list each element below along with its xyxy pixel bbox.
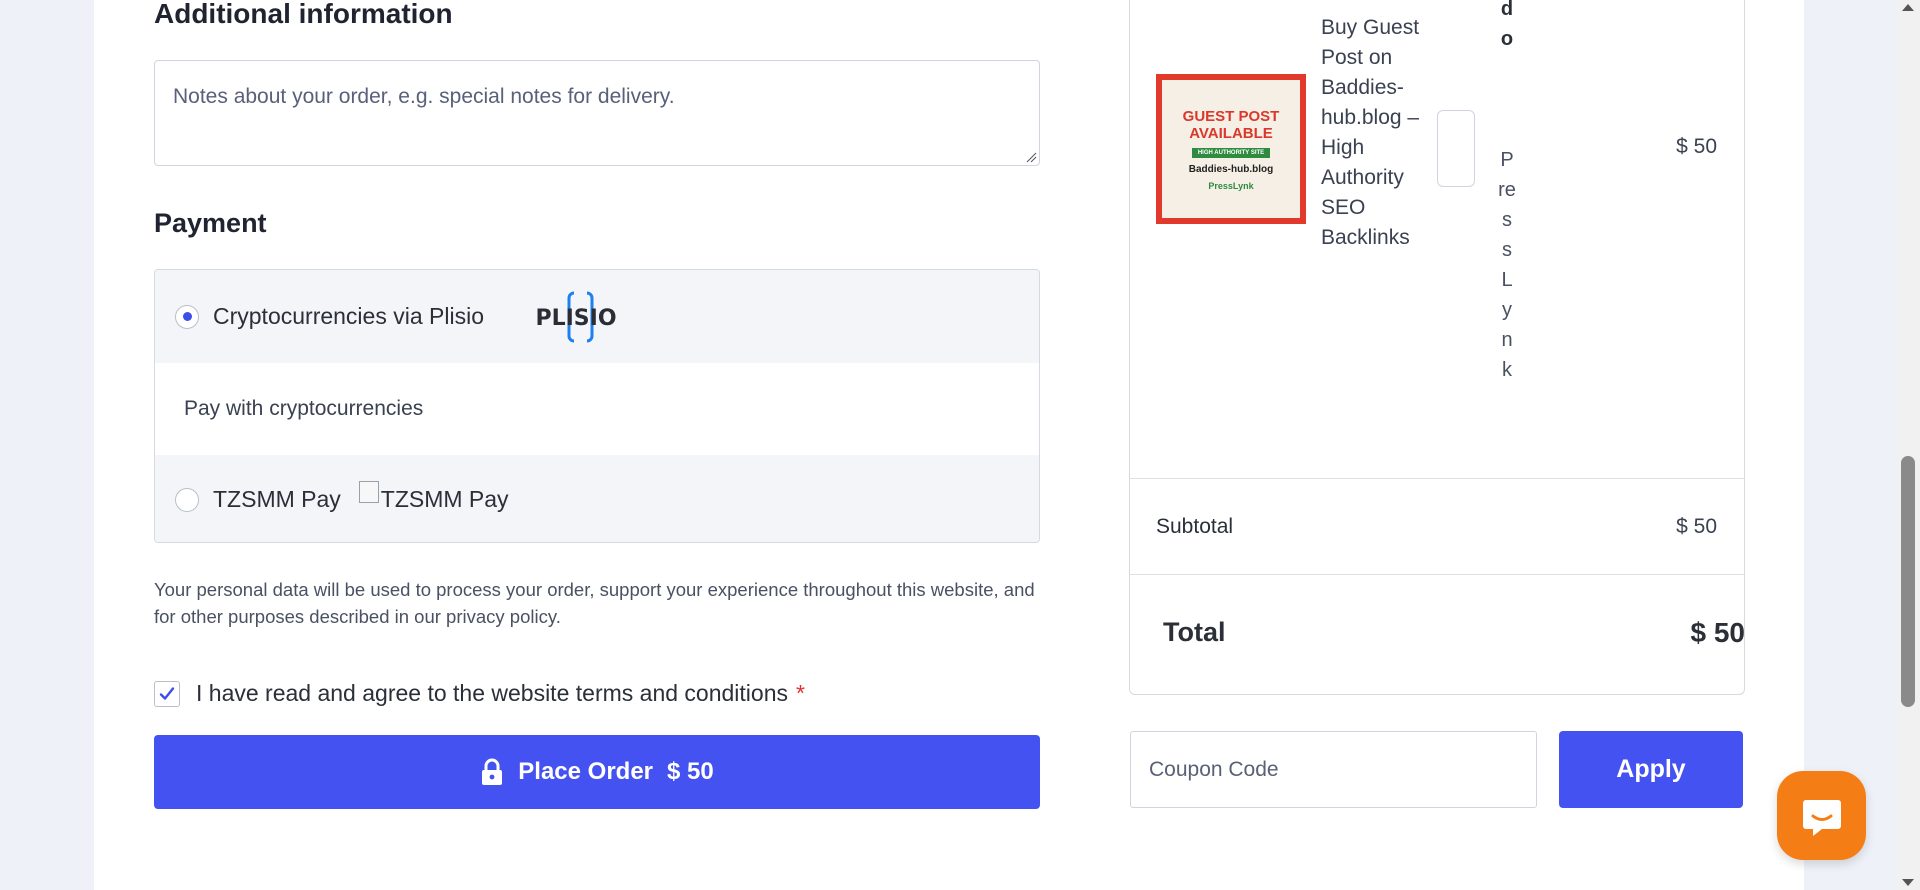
product-name[interactable]: Buy Guest Post on Baddies-hub.blog – Hig… <box>1321 13 1431 253</box>
plisio-description-row: Pay with cryptocurrencies <box>155 363 1039 456</box>
plisio-description: Pay with cryptocurrencies <box>184 397 424 420</box>
payment-methods: Cryptocurrencies via Plisio PLISIO Pay w… <box>154 269 1040 543</box>
plisio-logo: PLISIO <box>534 289 618 344</box>
plisio-label[interactable]: Cryptocurrencies via Plisio <box>213 303 484 330</box>
additional-info-heading: Additional information <box>154 0 453 29</box>
quantity-field[interactable] <box>1437 110 1475 187</box>
order-notes-field[interactable] <box>154 60 1040 166</box>
order-notes-input[interactable] <box>155 61 1039 165</box>
required-asterisk: * <box>795 680 805 706</box>
tzsmm-label[interactable]: TZSMM Pay <box>213 486 341 513</box>
checkmark-icon <box>159 686 175 700</box>
chat-widget-button[interactable] <box>1777 771 1866 860</box>
page-scrollbar[interactable] <box>1897 0 1920 890</box>
vendor-label: dor: <box>1497 0 1517 54</box>
terms-label[interactable]: I have read and agree to the website ter… <box>196 680 788 707</box>
tzsmm-logo-broken-image: TZSMM Pay <box>358 480 509 513</box>
thumb-site: Baddies-hub.blog <box>1188 163 1274 175</box>
subtotal-label: Subtotal <box>1156 515 1234 538</box>
vendor-name[interactable]: PressLynk <box>1498 145 1516 385</box>
broken-image-icon <box>358 480 379 503</box>
thumb-line2: AVAILABLE <box>1189 124 1273 142</box>
total-label: Total <box>1163 617 1226 647</box>
place-order-label: Place Order <box>518 758 654 785</box>
thumb-brand: PressLynk <box>1208 180 1254 191</box>
total-value: $ 50 <box>1690 617 1746 648</box>
resize-grip-icon[interactable] <box>1025 151 1037 163</box>
product-thumbnail[interactable]: GUEST POST AVAILABLE HIGH AUTHORITY SITE… <box>1156 74 1306 224</box>
plisio-radio[interactable] <box>175 304 199 329</box>
scroll-down-arrow-icon[interactable] <box>1902 879 1914 886</box>
place-order-button[interactable]: Place Order $ 50 <box>154 735 1040 809</box>
chat-icon <box>1802 799 1841 836</box>
plisio-logo-text: PLISIO <box>535 306 616 331</box>
tzsmm-logo-alt: TZSMM Pay <box>380 486 509 512</box>
summary-divider <box>1129 574 1745 575</box>
place-order-amount: $ 50 <box>667 758 714 785</box>
line-item-price: $ 50 <box>1676 135 1717 158</box>
summary-divider <box>1129 478 1745 479</box>
subtotal-value: $ 50 <box>1676 515 1717 538</box>
payment-method-tzsmm[interactable]: TZSMM Pay TZSMM Pay <box>155 455 1039 542</box>
scrollbar-thumb[interactable] <box>1901 456 1915 707</box>
thumb-tag: HIGH AUTHORITY SITE <box>1191 147 1271 158</box>
thumb-line1: GUEST POST <box>1182 107 1280 125</box>
privacy-notice: Your personal data will be used to proce… <box>154 579 1035 627</box>
scroll-up-arrow-icon[interactable] <box>1902 4 1914 11</box>
apply-coupon-button[interactable]: Apply <box>1559 731 1743 808</box>
payment-method-plisio[interactable]: Cryptocurrencies via Plisio PLISIO <box>155 270 1039 364</box>
terms-checkbox[interactable] <box>154 680 180 707</box>
lock-icon <box>480 758 504 786</box>
terms-row: I have read and agree to the website ter… <box>154 680 805 707</box>
vendor-label-text: dor: <box>1500 0 1514 50</box>
tzsmm-radio[interactable] <box>175 487 199 512</box>
coupon-code-input[interactable] <box>1130 731 1537 808</box>
payment-heading: Payment <box>154 208 267 238</box>
